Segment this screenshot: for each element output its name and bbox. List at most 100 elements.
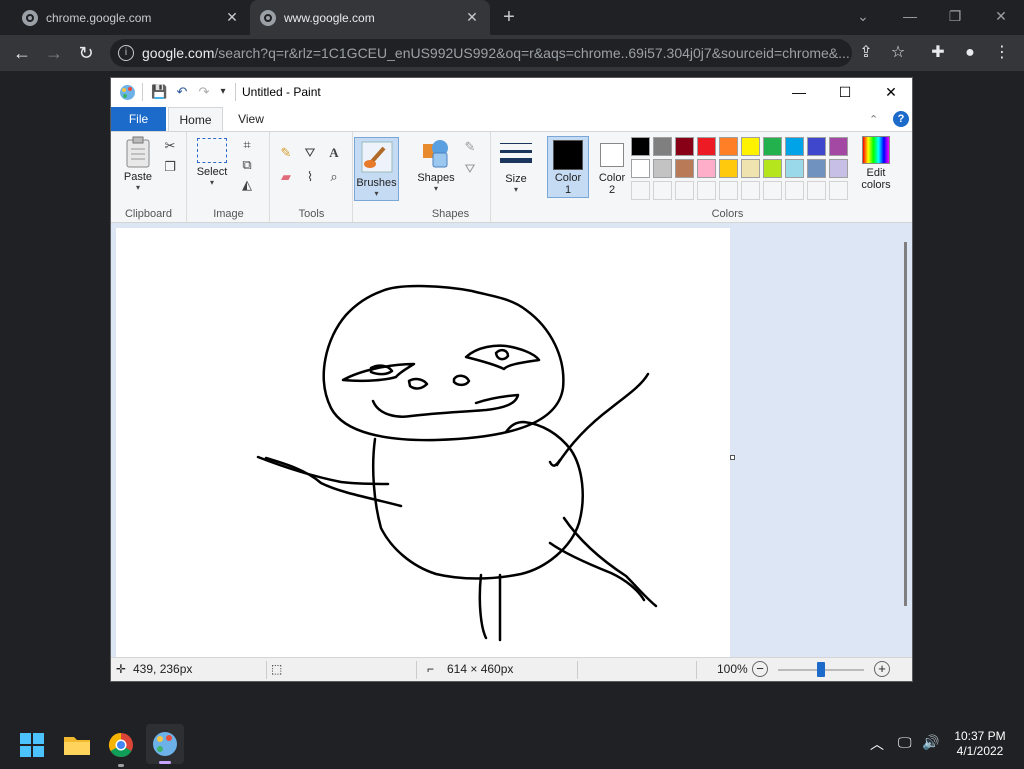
magnifier-icon[interactable]: ⌕ <box>325 168 343 186</box>
zoom-slider-thumb[interactable] <box>817 662 825 677</box>
brushes-button[interactable]: Brushes ▾ <box>354 137 399 201</box>
custom-color-slot[interactable] <box>697 181 716 200</box>
palette-swatch[interactable] <box>785 159 804 178</box>
redo-icon[interactable]: ↷ <box>196 84 212 100</box>
minimize-button[interactable]: — <box>776 78 822 107</box>
customize-quick-access-icon[interactable]: ▾ <box>215 84 231 100</box>
custom-color-slot[interactable] <box>675 181 694 200</box>
palette-swatch[interactable] <box>763 159 782 178</box>
start-button[interactable] <box>14 727 50 763</box>
palette-swatch[interactable] <box>763 137 782 156</box>
close-tab-icon[interactable]: ✕ <box>224 9 240 25</box>
outline-icon[interactable]: ✎ <box>461 138 479 156</box>
zoom-in-button[interactable]: + <box>874 661 890 677</box>
custom-color-slot[interactable] <box>741 181 760 200</box>
group-label: Tools <box>298 208 325 220</box>
file-explorer-button[interactable] <box>59 727 95 763</box>
select-button[interactable]: Select ▾ <box>192 138 232 187</box>
network-icon[interactable]: 🖵 <box>898 734 912 751</box>
palette-swatch[interactable] <box>631 159 650 178</box>
paste-button[interactable]: Paste ▾ <box>117 136 159 192</box>
volume-icon[interactable]: 🔊 <box>922 734 939 751</box>
undo-icon[interactable]: ↶ <box>174 84 190 100</box>
custom-color-slot[interactable] <box>763 181 782 200</box>
custom-color-slot[interactable] <box>829 181 848 200</box>
edit-colors-button[interactable]: Edit colors <box>853 136 899 191</box>
bookmark-star-icon[interactable]: ☆ <box>884 35 912 71</box>
color-picker-icon[interactable]: ⌇ <box>301 168 319 186</box>
window-title: Untitled - Paint <box>242 85 321 99</box>
new-tab-button[interactable]: + <box>497 6 521 30</box>
minimize-button[interactable]: — <box>895 6 925 26</box>
text-icon[interactable]: A <box>325 144 343 162</box>
show-hidden-icons-button[interactable]: ︿ <box>870 734 884 754</box>
menu-icon[interactable]: ⋮ <box>988 35 1016 71</box>
tab-file[interactable]: File <box>111 107 166 131</box>
shapes-button[interactable]: Shapes ▾ <box>415 137 457 193</box>
share-icon[interactable]: ⇪ <box>852 35 880 71</box>
rotate-icon[interactable]: ◭ <box>238 176 256 194</box>
copy-icon[interactable]: ❐ <box>161 158 179 176</box>
clock[interactable]: 10:37 PM 4/1/2022 <box>950 729 1010 759</box>
custom-color-slot[interactable] <box>631 181 650 200</box>
palette-swatch[interactable] <box>807 159 826 178</box>
palette-swatch[interactable] <box>675 159 694 178</box>
size-button[interactable]: Size ▾ <box>498 140 534 194</box>
palette-swatch[interactable] <box>719 137 738 156</box>
custom-color-slot[interactable] <box>785 181 804 200</box>
close-tab-icon[interactable]: ✕ <box>464 9 480 25</box>
crop-icon[interactable]: ⌗ <box>238 136 256 154</box>
custom-color-slot[interactable] <box>719 181 738 200</box>
paint-window: 💾 ↶ ↷ ▾ Untitled - Paint — ☐ ✕ File Home… <box>110 77 913 682</box>
palette-swatch[interactable] <box>675 137 694 156</box>
color1-button[interactable]: Color 1 <box>547 136 589 198</box>
custom-color-slot[interactable] <box>807 181 826 200</box>
palette-swatch[interactable] <box>697 137 716 156</box>
restore-button[interactable]: ❐ <box>940 6 970 26</box>
color2-button[interactable]: Color 2 <box>591 136 633 198</box>
pencil-icon[interactable]: ✎ <box>277 144 295 162</box>
palette-swatch[interactable] <box>741 159 760 178</box>
forward-button[interactable]: → <box>38 35 70 71</box>
tab-search-icon[interactable]: ⌄ <box>848 6 878 26</box>
resize-icon[interactable]: ⧉ <box>238 156 256 174</box>
palette-swatch[interactable] <box>785 137 804 156</box>
extensions-icon[interactable]: ✚ <box>924 35 952 71</box>
palette-swatch[interactable] <box>653 137 672 156</box>
zoom-out-button[interactable]: − <box>752 661 768 677</box>
tab-www-google[interactable]: www.google.com ✕ <box>250 0 490 35</box>
vertical-scrollbar[interactable] <box>904 242 907 606</box>
palette-swatch[interactable] <box>653 159 672 178</box>
palette-swatch[interactable] <box>829 137 848 156</box>
tab-chrome-google[interactable]: chrome.google.com ✕ <box>12 0 250 35</box>
eraser-icon[interactable]: ▰ <box>277 168 295 186</box>
shapes-label: Shapes <box>417 172 455 184</box>
collapse-ribbon-icon[interactable]: ⌃ <box>869 113 878 126</box>
paint-taskbar-button[interactable] <box>146 724 184 764</box>
chrome-taskbar-button[interactable] <box>103 727 139 767</box>
custom-color-slot[interactable] <box>653 181 672 200</box>
reload-button[interactable]: ↻ <box>70 35 102 71</box>
maximize-button[interactable]: ☐ <box>822 78 868 107</box>
canvas-resize-handle[interactable] <box>730 455 735 460</box>
save-icon[interactable]: 💾 <box>151 84 167 100</box>
close-window-button[interactable]: ✕ <box>986 6 1016 26</box>
palette-swatch[interactable] <box>697 159 716 178</box>
fill-icon[interactable]: ⛛ <box>301 144 319 162</box>
help-icon[interactable]: ? <box>893 111 909 127</box>
tab-view[interactable]: View <box>226 107 276 131</box>
profile-icon[interactable]: ● <box>956 35 984 71</box>
back-button[interactable]: ← <box>6 35 38 71</box>
palette-swatch[interactable] <box>807 137 826 156</box>
drawing-canvas[interactable] <box>116 228 730 657</box>
cut-icon[interactable]: ✂ <box>161 137 179 155</box>
close-button[interactable]: ✕ <box>868 78 914 107</box>
site-info-icon[interactable]: i <box>118 45 134 61</box>
tab-home[interactable]: Home <box>168 107 223 131</box>
palette-swatch[interactable] <box>631 137 650 156</box>
fill-shape-icon[interactable]: ⛛ <box>461 160 479 178</box>
palette-swatch[interactable] <box>719 159 738 178</box>
palette-swatch[interactable] <box>829 159 848 178</box>
address-bar[interactable]: i google.com /search?q=r&rlz=1C1GCEU_enU… <box>110 39 852 67</box>
palette-swatch[interactable] <box>741 137 760 156</box>
